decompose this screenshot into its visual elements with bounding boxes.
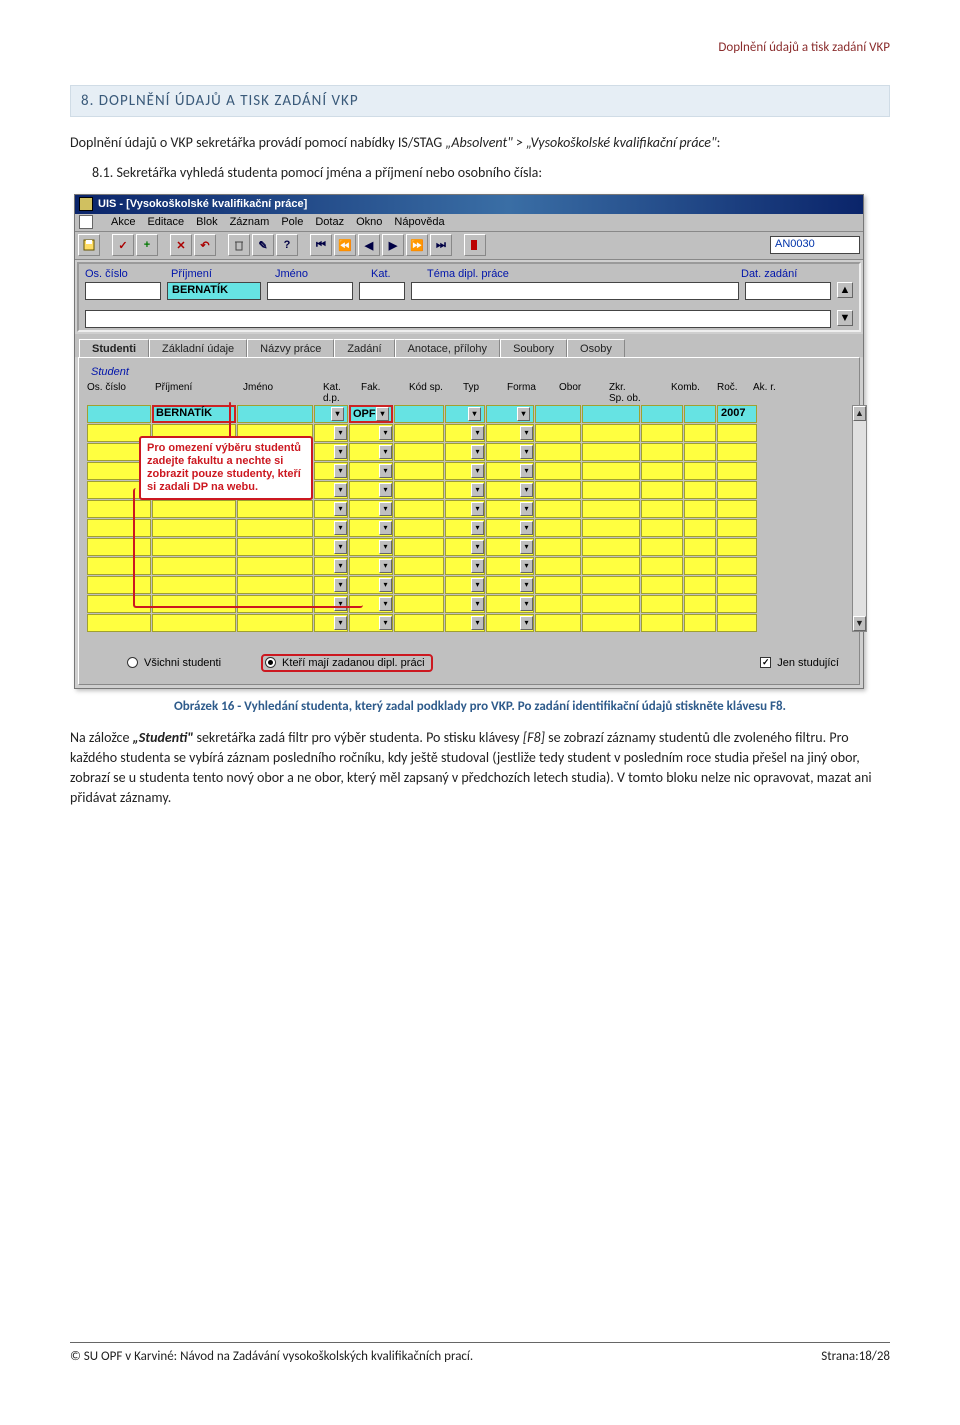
tab-zakladni-udaje[interactable]: Základní údaje [149,339,247,358]
menu-akce[interactable]: Akce [111,216,135,228]
toolbar: ✓ + ✕ ↶ ✎ ? ⏮ ⏪ ◀ ▶ ⏩ ⏭ AN0030 [75,232,863,260]
menu-icon [79,215,93,229]
trash-icon[interactable] [228,234,250,256]
help-icon[interactable]: ? [276,234,298,256]
nav-fastfwd-icon[interactable]: ⏩ [406,234,428,256]
tab-anotace[interactable]: Anotace, přílohy [395,339,501,358]
exit-icon[interactable] [464,234,486,256]
window-titlebar: UIS - [Vysokoškolské kvalifikační práce] [75,195,863,214]
check-icon[interactable]: ✓ [112,234,134,256]
table-row[interactable]: BERNATÍK ▾ OPF▾ ▾ ▾ 2007 [87,405,835,423]
plus-icon[interactable]: + [136,234,158,256]
save-icon[interactable] [78,234,100,256]
scroll-down-arrow-icon[interactable]: ▼ [853,616,866,631]
scroll-up-arrow-icon[interactable]: ▲ [853,406,866,421]
nav-back-icon[interactable]: ◀ [358,234,380,256]
menu-pole[interactable]: Pole [281,216,303,228]
app-screenshot: UIS - [Vysokoškolské kvalifikační práce]… [74,194,864,689]
radio-all-students[interactable]: Všichni studenti [127,657,221,669]
intro-paragraph: Doplnění údajů o VKP sekretářka provádí … [70,133,890,153]
step-8-1: 8.1. Sekretářka vyhledá studenta pomocí … [70,163,890,183]
search-os-input[interactable] [85,282,161,300]
cell-prijmeni[interactable]: BERNATÍK [152,405,236,423]
nav-fastback-icon[interactable]: ⏪ [334,234,356,256]
hdr-dat: Dat. zadání [741,268,827,280]
tab-studenti[interactable]: Studenti [79,339,149,358]
body-paragraph: Na záložce „Studenti" sekretářka zadá fi… [70,728,890,809]
footer-left: © SU OPF v Karviné: Návod na Zadávání vy… [70,1349,473,1364]
checkbox-only-studying[interactable]: ✓ Jen studující [760,657,839,669]
radio-have-thesis[interactable]: Kteří mají zadanou dipl. práci [261,654,432,672]
grid-scrollbar[interactable]: ▲ ▼ [852,405,867,632]
menu-dotaz[interactable]: Dotaz [315,216,344,228]
hdr-kat: Kat. [371,268,417,280]
filter-radio-row: Všichni studenti Kteří mají zadanou dipl… [87,646,851,674]
scroll-down-icon[interactable]: ▼ [837,310,853,326]
nav-last-icon[interactable]: ⏭ [430,234,452,256]
delete-icon[interactable]: ✕ [170,234,192,256]
cell-akr: 2007 [717,405,757,423]
search-dat-input[interactable] [745,282,831,300]
page-footer: © SU OPF v Karviné: Návod na Zadávání vy… [70,1342,890,1364]
search-kat-input[interactable] [359,282,405,300]
app-icon [79,197,93,211]
menu-zaznam[interactable]: Záznam [230,216,270,228]
scroll-up-icon[interactable]: ▲ [837,282,853,298]
tab-soubory[interactable]: Soubory [500,339,567,358]
hdr-tema: Téma dipl. práce [427,268,731,280]
figure-caption: Obrázek 16 - Vyhledání studenta, který z… [70,699,890,714]
checkbox-checked-icon: ✓ [760,657,771,668]
tab-nazvy-prace[interactable]: Názvy práce [247,339,334,358]
nav-fwd-icon[interactable]: ▶ [382,234,404,256]
grid-header-row: Os. číslo Příjmení Jméno Kat.d.p. Fak. K… [87,382,851,404]
radio-checked-icon [265,657,276,668]
menu-napoveda[interactable]: Nápověda [394,216,444,228]
search-tema-input[interactable] [411,282,739,300]
section-heading: 8. DOPLNĚNÍ ÚDAJŮ A TISK ZADÁNÍ VKP [70,85,890,117]
search-jmeno-input[interactable] [267,282,353,300]
student-grid-panel: Student Os. číslo Příjmení Jméno Kat.d.p… [78,357,860,685]
edit-icon[interactable]: ✎ [252,234,274,256]
page-header-section-title: Doplnění údajů a tisk zadání VKP [70,40,890,55]
search-panel: Os. číslo Příjmení Jméno Kat. Téma dipl.… [77,262,861,332]
code-field[interactable]: AN0030 [770,236,860,254]
hdr-prijmeni: Příjmení [171,268,265,280]
footer-page-number: Strana:18/28 [821,1349,890,1364]
menu-editace[interactable]: Editace [147,216,184,228]
table-row[interactable]: ▾▾▾▾ [87,614,835,632]
tab-zadani[interactable]: Zadání [334,339,394,358]
undo-icon[interactable]: ↶ [194,234,216,256]
menu-blok[interactable]: Blok [196,216,217,228]
search-extra-input[interactable] [85,310,831,328]
group-title: Student [91,366,851,378]
tab-osoby[interactable]: Osoby [567,339,625,358]
nav-first-icon[interactable]: ⏮ [310,234,332,256]
hdr-os-cislo: Os. číslo [85,268,161,280]
search-prijmeni-input[interactable]: BERNATÍK [167,282,261,300]
tabbar: Studenti Základní údaje Názvy práce Zadá… [75,334,863,357]
menubar: Akce Editace Blok Záznam Pole Dotaz Okno… [75,214,863,232]
menu-okno[interactable]: Okno [356,216,382,228]
radio-icon [127,657,138,668]
hdr-jmeno: Jméno [275,268,361,280]
cell-fak: OPF▾ [349,405,393,423]
window-title: UIS - [Vysokoškolské kvalifikační práce] [98,198,307,210]
